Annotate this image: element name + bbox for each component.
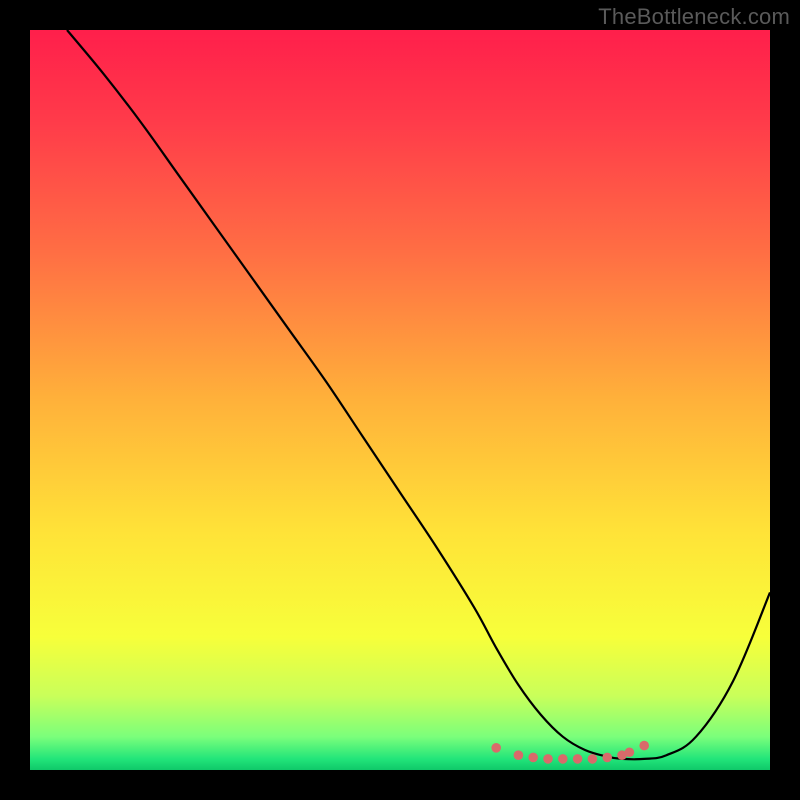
watermark-text: TheBottleneck.com <box>598 4 790 30</box>
highlight-dot <box>625 747 635 757</box>
gradient-background <box>30 30 770 770</box>
highlight-dot <box>514 750 524 760</box>
highlight-dot <box>558 754 568 764</box>
highlight-dot <box>639 741 649 751</box>
highlight-dot <box>573 754 583 764</box>
highlight-dot <box>588 754 598 764</box>
chart-container: TheBottleneck.com <box>0 0 800 800</box>
chart-svg <box>0 0 800 800</box>
highlight-dot <box>528 753 538 763</box>
highlight-dot <box>543 754 553 764</box>
highlight-dot <box>491 743 501 753</box>
highlight-dot <box>602 753 612 763</box>
